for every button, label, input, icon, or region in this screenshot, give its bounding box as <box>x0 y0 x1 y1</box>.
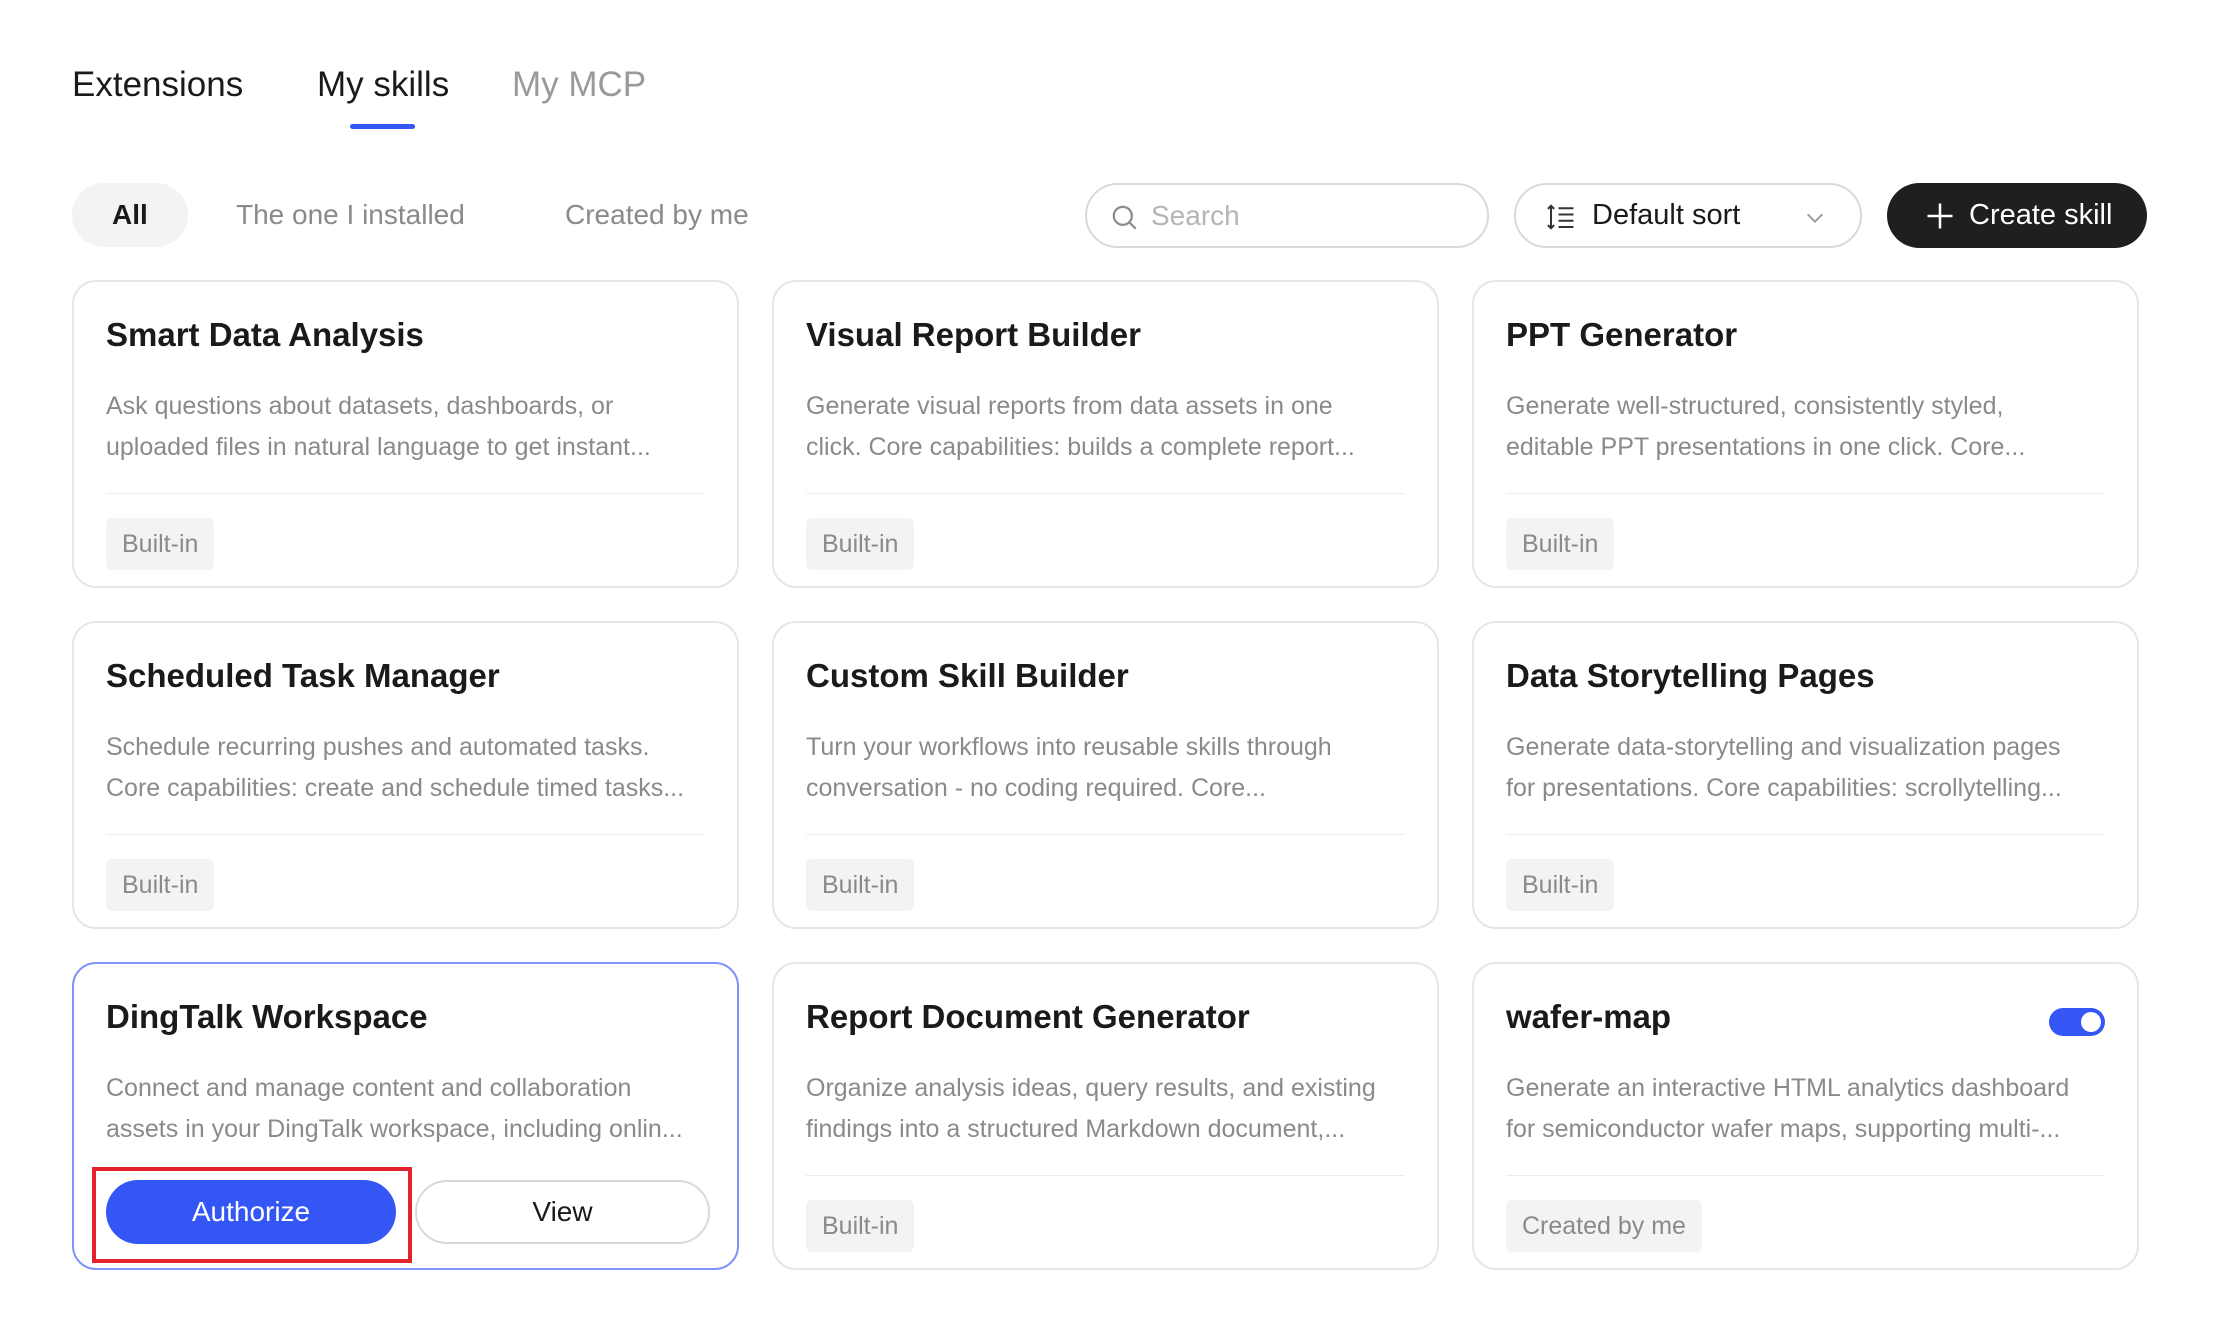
card-description: Connect and manage content and collabora… <box>106 1068 711 1150</box>
card-desc-line: Organize analysis ideas, query results, … <box>806 1074 1376 1102</box>
built-in-tag: Built-in <box>1506 518 1615 570</box>
built-in-tag: Built-in <box>806 859 915 911</box>
card-description: Organize analysis ideas, query results, … <box>806 1068 1411 1150</box>
extensions-page: Extensions My skills My MCP All The one … <box>0 0 2234 1326</box>
plus-icon <box>1927 203 1953 229</box>
card-divider <box>806 834 1405 835</box>
card-divider <box>1506 1175 2105 1176</box>
card-divider <box>806 493 1405 494</box>
search-input[interactable] <box>1151 195 1471 237</box>
skill-card[interactable]: Report Document Generator Organize analy… <box>772 962 1439 1270</box>
built-in-tag: Built-in <box>806 1200 915 1252</box>
card-desc-line: Generate data-storytelling and visualiza… <box>1506 733 2061 761</box>
card-title: Custom Skill Builder <box>806 657 1129 694</box>
view-button[interactable]: View <box>415 1180 710 1244</box>
built-in-tag: Built-in <box>806 518 915 570</box>
active-tab-indicator <box>350 124 415 129</box>
skill-card[interactable]: Smart Data Analysis Ask questions about … <box>72 280 739 588</box>
create-skill-button[interactable]: Create skill <box>1887 183 2147 248</box>
chevron-down-icon <box>1807 213 1823 223</box>
skill-card-wafer-map[interactable]: wafer-map Generate an interactive HTML a… <box>1472 962 2139 1270</box>
card-title: wafer-map <box>1506 998 1672 1035</box>
card-title: DingTalk Workspace <box>106 998 428 1035</box>
built-in-tag: Built-in <box>106 859 215 911</box>
skill-card[interactable]: Custom Skill Builder Turn your workflows… <box>772 621 1439 929</box>
search-icon <box>1112 205 1137 230</box>
card-divider <box>806 1175 1405 1176</box>
card-title: Report Document Generator <box>806 998 1250 1035</box>
filter-installed[interactable]: The one I installed <box>196 183 505 247</box>
card-desc-line: Ask questions about datasets, dashboards… <box>106 392 614 420</box>
card-desc-line: assets in your DingTalk workspace, inclu… <box>106 1115 683 1143</box>
card-desc-line: Generate well-structured, consistently s… <box>1506 392 2004 420</box>
card-desc-line: for semiconductor wafer maps, supporting… <box>1506 1115 2061 1143</box>
card-desc-line: findings into a structured Markdown docu… <box>806 1115 1346 1143</box>
card-divider <box>106 834 705 835</box>
card-title: PPT Generator <box>1506 316 1738 353</box>
card-divider <box>1506 834 2105 835</box>
card-desc-line: Schedule recurring pushes and automated … <box>106 733 650 761</box>
card-description: Schedule recurring pushes and automated … <box>106 727 711 809</box>
tab-my-mcp[interactable]: My MCP <box>512 60 646 110</box>
card-description: Turn your workflows into reusable skills… <box>806 727 1411 809</box>
card-divider <box>1506 493 2105 494</box>
skill-card[interactable]: Scheduled Task Manager Schedule recurrin… <box>72 621 739 929</box>
card-title: Smart Data Analysis <box>106 316 424 353</box>
card-description: Ask questions about datasets, dashboards… <box>106 386 711 468</box>
page-title: Extensions <box>72 65 244 104</box>
card-desc-line: Turn your workflows into reusable skills… <box>806 733 1332 761</box>
skill-card[interactable]: Data Storytelling Pages Generate data-st… <box>1472 621 2139 929</box>
card-desc-line: Generate an interactive HTML analytics d… <box>1506 1074 2070 1102</box>
card-title: Visual Report Builder <box>806 316 1141 353</box>
toggle-knob <box>2081 1012 2101 1032</box>
tab-my-skills[interactable]: My skills <box>317 60 449 110</box>
card-desc-line: Core capabilities: create and schedule t… <box>106 774 685 802</box>
built-in-tag: Built-in <box>1506 859 1615 911</box>
card-description: Generate an interactive HTML analytics d… <box>1506 1068 2111 1150</box>
card-divider <box>106 493 705 494</box>
card-desc-line: conversation - no coding required. Core.… <box>806 774 1266 802</box>
search-box[interactable] <box>1085 183 1489 248</box>
card-description: Generate visual reports from data assets… <box>806 386 1411 468</box>
card-desc-line: uploaded files in natural language to ge… <box>106 433 651 461</box>
sort-icon <box>1547 204 1574 230</box>
card-description: Generate data-storytelling and visualiza… <box>1506 727 2111 809</box>
enable-toggle[interactable] <box>2049 1008 2105 1036</box>
card-desc-line: click. Core capabilities: builds a compl… <box>806 433 1355 461</box>
filter-created-by-me[interactable]: Created by me <box>525 183 789 247</box>
skill-card[interactable]: PPT Generator Generate well-structured, … <box>1472 280 2139 588</box>
card-desc-line: Generate visual reports from data assets… <box>806 392 1333 420</box>
skill-card-dingtalk[interactable]: DingTalk Workspace Connect and manage co… <box>72 962 739 1270</box>
card-description: Generate well-structured, consistently s… <box>1506 386 2111 468</box>
card-desc-line: Connect and manage content and collabora… <box>106 1074 632 1102</box>
created-by-me-tag: Created by me <box>1506 1200 1702 1252</box>
card-title: Scheduled Task Manager <box>106 657 500 694</box>
built-in-tag: Built-in <box>106 518 215 570</box>
create-skill-label: Create skill <box>1969 199 2113 231</box>
filter-all[interactable]: All <box>72 183 188 247</box>
card-desc-line: for presentations. Core capabilities: sc… <box>1506 774 2062 802</box>
sort-select[interactable]: Default sort <box>1514 183 1862 248</box>
card-desc-line: editable PPT presentations in one click.… <box>1506 433 2026 461</box>
skill-card[interactable]: Visual Report Builder Generate visual re… <box>772 280 1439 588</box>
card-title: Data Storytelling Pages <box>1506 657 1875 694</box>
sort-label: Default sort <box>1592 199 1741 231</box>
authorize-button[interactable]: Authorize <box>106 1180 396 1244</box>
